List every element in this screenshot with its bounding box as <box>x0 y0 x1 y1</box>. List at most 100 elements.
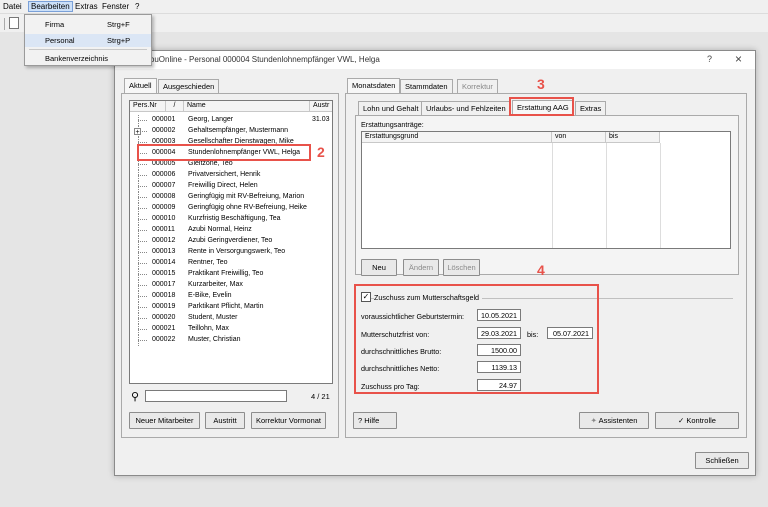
personnel-number: 000019 <box>152 303 176 310</box>
daily-allowance-field[interactable]: 24.97 <box>477 379 521 391</box>
personnel-number: 000020 <box>152 314 176 321</box>
table-row[interactable]: 000018 E-Bike, Evelin <box>130 291 332 302</box>
employee-name: E-Bike, Evelin <box>188 292 232 299</box>
table-row[interactable]: 000019 Parktikant Pflicht, Martin <box>130 302 332 313</box>
table-row[interactable]: 000010 Kurzfristig Beschäftigung, Tea <box>130 214 332 225</box>
table-row[interactable]: 000013 Rente in Versorgungswerk, Teo <box>130 247 332 258</box>
table-row[interactable]: 000006 Privatversichert, Henrik <box>130 170 332 181</box>
protection-to-label: bis: <box>527 330 539 339</box>
table-row[interactable]: 000008 Geringfügig mit RV-Befreiung, Mari… <box>130 192 332 203</box>
change-button[interactable]: Ändern <box>403 259 439 276</box>
employee-name: Geringfügig ohne RV-Befreiung, Heike <box>188 204 307 211</box>
tree-connector <box>138 329 147 330</box>
wand-icon: ✦ <box>590 416 599 425</box>
menu-help[interactable]: ? <box>135 2 139 11</box>
table-row[interactable]: 000015 Praktikant Freiwillig, Teo <box>130 269 332 280</box>
table-row[interactable]: 000009 Geringfügig ohne RV-Befreiung, Hei… <box>130 203 332 214</box>
help-icon[interactable]: ? <box>707 54 712 64</box>
expand-icon[interactable]: + <box>134 128 141 136</box>
employee-list[interactable]: Pers.Nr / Name Austr 000001 Georg, Langer… <box>129 100 333 384</box>
close-icon[interactable]: × <box>735 52 742 66</box>
employee-rows: 000001 Georg, Langer 31.03 +000002 Gehaltsem… <box>130 115 332 383</box>
column-header-austritt[interactable]: Austr <box>310 101 332 112</box>
tree-connector <box>138 120 147 121</box>
zuschuss-checkbox[interactable]: ✓ <box>361 292 371 302</box>
subtab-extras[interactable]: Extras <box>575 101 607 115</box>
table-row[interactable]: 000017 Kurzarbeiter, Max <box>130 280 332 291</box>
close-button[interactable]: Schließen <box>695 452 749 469</box>
employee-name: Azubi Normal, Heinz <box>188 226 252 233</box>
tab-korrektur[interactable]: Korrektur <box>457 79 498 93</box>
column-header-bis[interactable]: bis <box>606 132 660 143</box>
employee-name: Geringfügig mit RV-Befreiung, Marion <box>188 193 305 200</box>
help-button[interactable]: ? Hilfe <box>353 412 397 429</box>
check-button[interactable]: ✓ Kontrolle <box>655 412 739 429</box>
table-row[interactable]: 000011 Azubi Normal, Heinz <box>130 225 332 236</box>
birth-date-label: voraussichtlicher Geburtstermin: <box>361 312 465 321</box>
menu-datei[interactable]: Datei <box>3 2 22 11</box>
assistant-button[interactable]: ✦ Assistenten <box>579 412 649 429</box>
personnel-number: 000018 <box>152 292 176 299</box>
personnel-number: 000017 <box>152 281 176 288</box>
toolbar-separator <box>4 18 5 30</box>
birth-date-field[interactable]: 10.05.2021 <box>477 309 521 321</box>
tree-connector <box>138 285 147 286</box>
tab-aktuell[interactable]: Aktuell <box>124 78 157 93</box>
personnel-number: 000008 <box>152 193 176 200</box>
tab-stammdaten[interactable]: Stammdaten <box>400 79 453 93</box>
brutto-field[interactable]: 1500.00 <box>477 344 521 356</box>
table-row[interactable]: 000005 Gleitzone, Teo <box>130 159 332 170</box>
new-button[interactable]: Neu <box>361 259 397 276</box>
protection-period-label: Mutterschutzfrist von: <box>361 330 430 339</box>
table-row[interactable]: 000003 Gesellschafter Dienstwagen, Mike <box>130 137 332 148</box>
sort-icon[interactable]: / <box>166 101 184 112</box>
dropdown-item-firma[interactable]: Firma Strg+F <box>25 18 151 31</box>
subtab-urlaub-fehlzeiten[interactable]: Urlaubs- und Fehlzeiten <box>421 101 511 115</box>
tree-connector <box>138 142 147 143</box>
tab-ausgeschieden[interactable]: Ausgeschieden <box>158 79 220 93</box>
table-row[interactable]: 000004 Stundenlohnempfänger VWL, Helga <box>130 148 332 159</box>
delete-button[interactable]: Löschen <box>443 259 480 276</box>
new-employee-button[interactable]: Neuer Mitarbeiter <box>129 412 200 429</box>
table-row[interactable]: 000012 Azubi Geringverdiener, Teo <box>130 236 332 247</box>
table-row[interactable]: 000022 Muster, Christian <box>130 335 332 346</box>
exit-button[interactable]: Austritt <box>205 412 245 429</box>
tab-monatsdaten[interactable]: Monatsdaten <box>347 78 401 93</box>
table-row[interactable]: 000001 Georg, Langer 31.03 <box>130 115 332 126</box>
personnel-number: 000021 <box>152 325 176 332</box>
table-row[interactable]: 000020 Student, Muster <box>130 313 332 324</box>
netto-label: durchschnittliches Netto: <box>361 364 440 373</box>
dropdown-item-personal[interactable]: Personal Strg+P <box>25 34 151 47</box>
netto-field[interactable]: 1139.13 <box>477 361 521 373</box>
search-input[interactable] <box>145 390 287 402</box>
search-icon[interactable]: ⚲ <box>131 390 139 403</box>
table-row[interactable]: 000021 Teillohn, Max <box>130 324 332 335</box>
employee-name: Kurzfristig Beschäftigung, Tea <box>188 215 281 222</box>
table-row[interactable]: 000014 Rentner, Teo <box>130 258 332 269</box>
protection-to-field[interactable]: 05.07.2021 <box>547 327 593 339</box>
menu-fenster[interactable]: Fenster <box>102 2 129 11</box>
column-header-von[interactable]: von <box>552 132 606 143</box>
protection-from-field[interactable]: 29.03.2021 <box>477 327 521 339</box>
column-header-persnr[interactable]: Pers.Nr <box>130 101 166 112</box>
table-row[interactable]: 000007 Freiwillig Direct, Helen <box>130 181 332 192</box>
column-header-grund[interactable]: Erstattungsgrund <box>362 132 552 143</box>
subtab-erstattung-aag[interactable]: Erstattung AAG <box>512 100 574 115</box>
dropdown-item-bankenverzeichnis[interactable]: Bankenverzeichnis <box>25 52 151 65</box>
annotation-4: 4 <box>537 262 545 278</box>
column-header-name[interactable]: Name <box>184 101 310 112</box>
personnel-number: 000015 <box>152 270 176 277</box>
employee-name: Kurzarbeiter, Max <box>188 281 243 288</box>
menu-bearbeiten[interactable]: Bearbeiten <box>28 1 73 12</box>
tree-connector <box>138 340 147 341</box>
subtab-lohn-gehalt[interactable]: Lohn und Gehalt <box>358 101 424 115</box>
personnel-number: 000013 <box>152 248 176 255</box>
personnel-number: 000012 <box>152 237 176 244</box>
correction-previous-month-button[interactable]: Korrektur Vormonat <box>251 412 326 429</box>
erstattung-table[interactable]: Erstattungsgrund von bis <box>361 131 731 249</box>
personnel-number: 000009 <box>152 204 176 211</box>
tree-connector <box>138 263 147 264</box>
table-row[interactable]: +000002 Gehaltsempfänger, Mustermann <box>130 126 332 137</box>
menu-extras[interactable]: Extras <box>75 2 98 11</box>
new-document-icon[interactable] <box>9 17 19 29</box>
